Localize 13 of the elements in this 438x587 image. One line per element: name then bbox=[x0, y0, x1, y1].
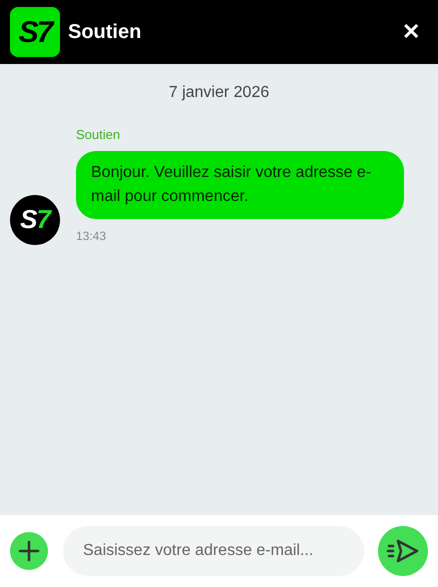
chat-title: Soutien bbox=[68, 20, 142, 45]
message-input[interactable]: Saisissez votre adresse e-mail... bbox=[63, 526, 364, 576]
plus-icon bbox=[18, 540, 40, 562]
add-button[interactable] bbox=[10, 532, 48, 570]
date-label: 7 janvier 2026 bbox=[168, 83, 270, 103]
sender-name: Soutien bbox=[76, 126, 120, 144]
close-button[interactable]: ✕ bbox=[402, 21, 420, 43]
send-icon bbox=[386, 537, 420, 565]
avatar: S7 bbox=[10, 194, 60, 244]
message-time: 13:43 bbox=[76, 228, 106, 244]
send-button[interactable] bbox=[378, 526, 428, 576]
logo: S7 bbox=[10, 7, 60, 57]
message-bubble: Bonjour. Veuillez saisir votre adresse e-mail pour commencer. bbox=[76, 150, 404, 218]
